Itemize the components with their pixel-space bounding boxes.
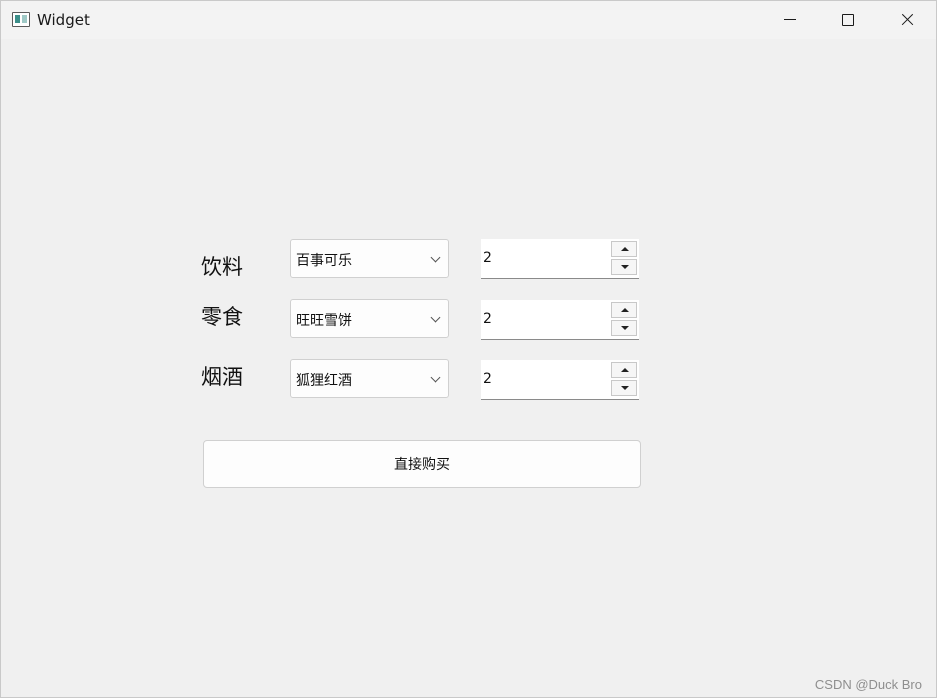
combo-liquor-value: 狐狸红酒	[296, 373, 352, 389]
watermark: CSDN @Duck Bro	[814, 677, 922, 692]
maximize-icon	[842, 14, 854, 26]
spinbox-drinks-buttons	[611, 241, 637, 275]
close-button[interactable]	[877, 1, 935, 39]
spinbox-drinks-value[interactable]: 2	[483, 250, 492, 266]
spin-down-arrow-icon[interactable]	[611, 320, 637, 336]
label-drinks: 饮料	[201, 255, 243, 279]
app-window-icon	[12, 12, 30, 27]
spinbox-liquor-value[interactable]: 2	[483, 371, 492, 387]
spin-down-arrow-icon[interactable]	[611, 259, 637, 275]
close-icon	[900, 13, 914, 27]
spinbox-snacks-buttons	[611, 302, 637, 336]
label-snacks: 零食	[201, 305, 243, 329]
window-title: Widget	[37, 11, 90, 29]
spin-down-arrow-icon[interactable]	[611, 380, 637, 396]
combo-snacks[interactable]: 旺旺雪饼	[290, 299, 449, 338]
minimize-button[interactable]	[761, 1, 819, 39]
maximize-button[interactable]	[819, 1, 877, 39]
title-bar[interactable]: Widget	[1, 1, 936, 39]
combo-liquor[interactable]: 狐狸红酒	[290, 359, 449, 398]
combo-snacks-value: 旺旺雪饼	[296, 313, 352, 329]
spinbox-snacks[interactable]: 2	[481, 300, 639, 340]
label-liquor: 烟酒	[201, 365, 243, 389]
combo-drinks[interactable]: 百事可乐	[290, 239, 449, 278]
spinbox-drinks[interactable]: 2	[481, 239, 639, 279]
buy-now-button[interactable]: 直接购买	[203, 440, 641, 488]
chevron-down-icon	[430, 372, 441, 383]
spinbox-liquor-buttons	[611, 362, 637, 396]
spin-up-arrow-icon[interactable]	[611, 241, 637, 257]
spin-up-arrow-icon[interactable]	[611, 302, 637, 318]
minimize-icon	[784, 19, 796, 20]
main-window: Widget 饮料 百事可乐 2 零食 旺旺雪饼 2 烟酒 狐狸红酒 2 直接购…	[0, 0, 937, 698]
combo-drinks-value: 百事可乐	[296, 253, 352, 269]
spin-up-arrow-icon[interactable]	[611, 362, 637, 378]
chevron-down-icon	[430, 252, 441, 263]
spinbox-liquor[interactable]: 2	[481, 360, 639, 400]
spinbox-snacks-value[interactable]: 2	[483, 311, 492, 327]
chevron-down-icon	[430, 312, 441, 323]
